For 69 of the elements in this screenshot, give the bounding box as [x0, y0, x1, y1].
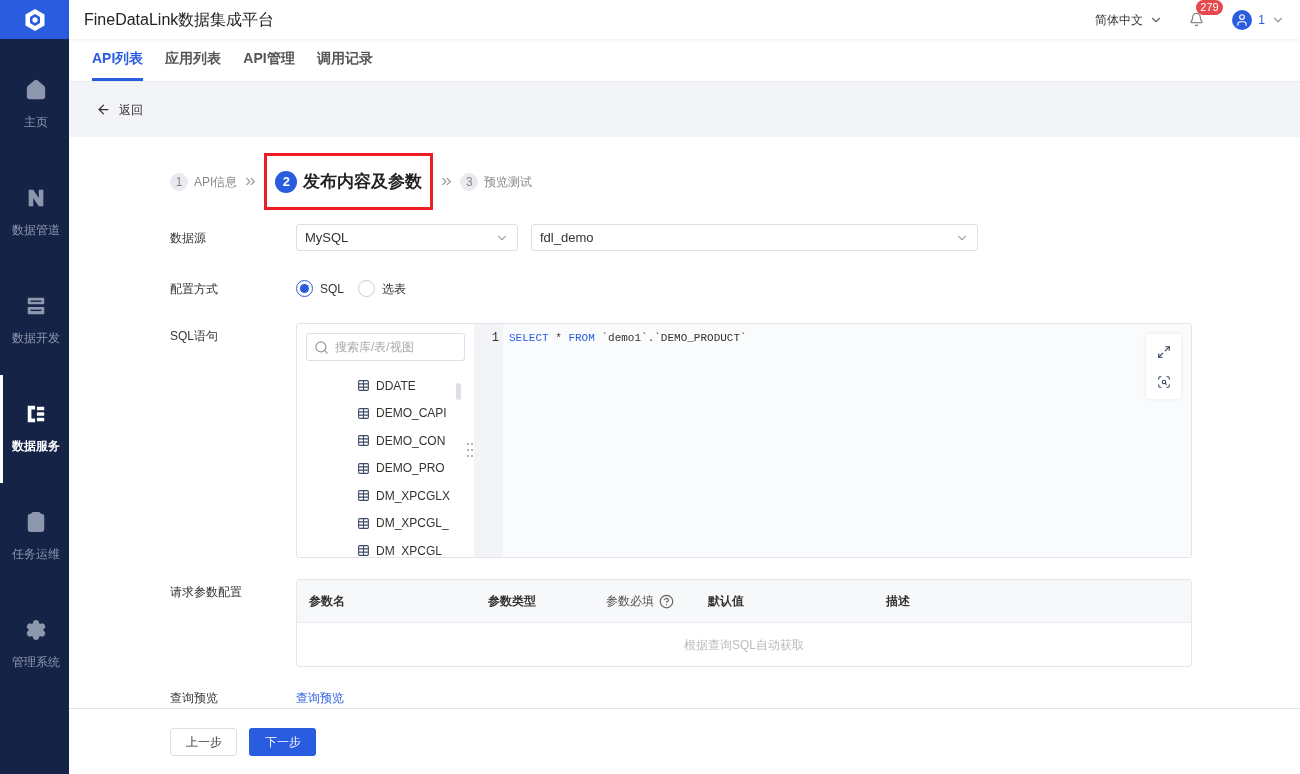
notification-badge: 279: [1196, 0, 1223, 15]
user-menu[interactable]: 1: [1258, 10, 1285, 29]
table-tree-item[interactable]: DEMO_CON: [357, 427, 474, 455]
service-icon: [25, 403, 47, 425]
field-label: SQL语句: [170, 328, 219, 345]
notification-icon[interactable]: [1189, 12, 1205, 27]
table-icon: [357, 544, 370, 557]
back-link[interactable]: 返回: [96, 100, 143, 119]
empty-table-text: 根据查询SQL自动获取: [684, 636, 804, 654]
line-number: 1: [491, 331, 499, 345]
field-label: 配置方式: [170, 280, 219, 298]
search-icon: [314, 340, 329, 355]
settings-icon: [25, 619, 47, 641]
table-tree-item[interactable]: DEMO_CAPI: [357, 399, 474, 427]
logo-icon: [22, 7, 47, 32]
column-header: 描述: [886, 593, 910, 610]
clipboard-icon: [25, 511, 47, 533]
tab[interactable]: 应用列表: [165, 38, 222, 81]
table-icon: [357, 434, 370, 448]
table-icon: [357, 379, 370, 393]
table-search-field[interactable]: 搜索库/表/视图: [306, 333, 465, 361]
step-label: 发布内容及参数: [303, 170, 423, 193]
tab[interactable]: 调用记录: [316, 38, 373, 81]
table-tree-item[interactable]: DEMO_PRO: [357, 454, 474, 482]
sidebar-item[interactable]: 任务运维: [0, 483, 69, 591]
step-number: 1: [170, 172, 188, 191]
table-icon: [357, 406, 370, 420]
scrollbar-thumb[interactable]: [456, 383, 461, 400]
table-tree-item[interactable]: DM_XPCGLX: [357, 482, 474, 510]
step-label: API信息: [194, 173, 238, 191]
column-header: 参数名: [309, 593, 345, 610]
table-icon: [357, 489, 370, 503]
column-header: 参数必填: [606, 593, 654, 610]
logo[interactable]: [0, 0, 69, 39]
expand-icon[interactable]: [1156, 344, 1171, 359]
column-header: 默认值: [708, 593, 744, 610]
sidebar-item[interactable]: 管理系统: [0, 591, 69, 699]
help-icon[interactable]: [659, 593, 674, 609]
code-line: SELECT * FROM `demo1`.`DEMO_PRODUCT`: [509, 332, 747, 344]
step-number: 3: [460, 172, 479, 191]
format-icon[interactable]: [1156, 374, 1171, 389]
table-icon: [357, 461, 370, 475]
sidebar-item[interactable]: 主页: [0, 51, 69, 159]
avatar-icon[interactable]: [1232, 9, 1253, 30]
previous-button[interactable]: 上一步: [170, 727, 237, 756]
resize-handle-icon[interactable]: [467, 443, 473, 457]
step-number: 2: [275, 170, 298, 193]
home-icon: [25, 79, 47, 101]
language-dropdown[interactable]: 简体中文: [1095, 10, 1164, 29]
radio-option[interactable]: 选表: [358, 279, 406, 298]
table-tree-item[interactable]: DM_XPCGL_: [357, 537, 474, 557]
column-header: 参数类型: [488, 593, 536, 610]
field-label: 查询预览: [170, 690, 219, 707]
query-preview-link[interactable]: 查询预览: [296, 689, 1192, 707]
sidebar-item[interactable]: 数据管道: [0, 159, 69, 267]
table-tree-item[interactable]: DDATE: [357, 372, 474, 400]
next-button[interactable]: 下一步: [249, 727, 316, 756]
server-icon: [25, 295, 47, 317]
table-icon: [357, 516, 370, 530]
field-label: 请求参数配置: [170, 584, 243, 601]
app-title: FineDataLink数据集成平台: [84, 9, 275, 30]
step-label: 预览测试: [484, 173, 533, 191]
field-label: 数据源: [170, 229, 207, 247]
sidebar-item[interactable]: 数据开发: [0, 267, 69, 375]
datasource-type-select[interactable]: MySQL: [296, 224, 518, 251]
tab[interactable]: API管理: [243, 38, 295, 81]
table-tree-item[interactable]: DM_XPCGL_: [357, 509, 474, 537]
radio-option[interactable]: SQL: [296, 279, 344, 298]
database-select[interactable]: fdl_demo: [531, 224, 978, 251]
